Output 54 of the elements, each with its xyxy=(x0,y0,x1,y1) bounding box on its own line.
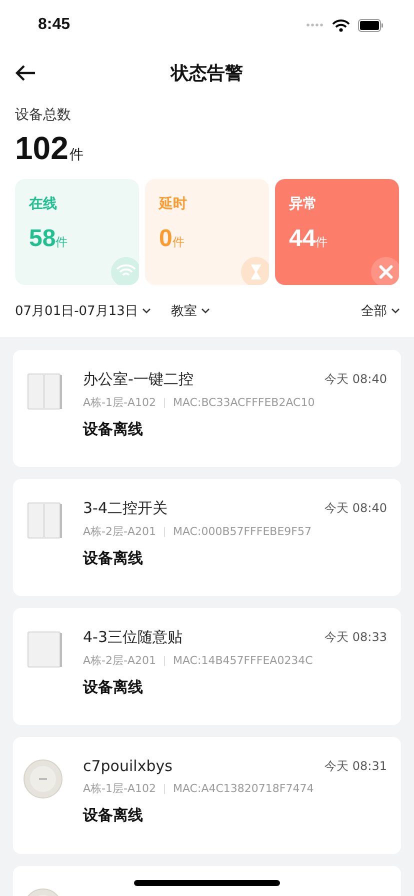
alert-message: 设备离线 xyxy=(83,549,144,568)
count-unit: 件 xyxy=(316,235,328,251)
chevron-down-icon xyxy=(391,308,400,314)
device-location: A栋-2层-A201 xyxy=(83,524,156,539)
hourglass-icon xyxy=(241,257,269,285)
device-name: c7pouilxbys xyxy=(83,757,172,775)
mac-address: MAC:A4C13820718F7474 xyxy=(172,782,314,795)
alert-time: 今天 08:31 xyxy=(324,758,387,774)
battery-icon xyxy=(358,18,384,32)
filter-dropdown[interactable]: 07月01日-07月13日 xyxy=(15,302,151,320)
chevron-down-icon xyxy=(142,308,151,314)
count-unit: 件 xyxy=(56,234,68,251)
total-label: 设备总数 xyxy=(15,106,72,124)
wall-switch-icon xyxy=(27,501,63,541)
status-label: 延时 xyxy=(159,195,188,213)
filter-dropdown[interactable]: 全部 xyxy=(361,302,400,320)
alert-message: 设备离线 xyxy=(83,678,144,697)
status-time: 8:45 xyxy=(38,16,70,34)
alert-message: 设备离线 xyxy=(83,806,144,825)
device-location: A栋-1层-A102 xyxy=(83,781,156,796)
status-count: 0 xyxy=(159,225,172,253)
alert-time: 今天 08:40 xyxy=(324,371,387,388)
device-name: 4-3三位随意贴 xyxy=(83,628,182,647)
page-title: 状态告警 xyxy=(171,62,243,85)
device-location: A栋-1层-A102 xyxy=(83,395,156,410)
wall-switch-icon xyxy=(27,372,63,412)
wifi-icon xyxy=(111,257,139,285)
status-label: 异常 xyxy=(289,195,318,213)
count-unit: 件 xyxy=(69,146,84,164)
alert-card[interactable]: 4-3三位随意贴 今天 08:33 A栋-2层-A201 MAC:14B457FFFEA0234C 设备离线 xyxy=(13,608,401,725)
filter-dropdown[interactable]: 教室 xyxy=(170,302,210,320)
wifi-icon xyxy=(332,18,350,32)
mac-address: MAC:14B457FFFEA0234C xyxy=(172,654,313,667)
alert-card[interactable]: c7pouilxbys 今天 08:31 A栋-1层-A102 MAC:A4C13820718F7474 设备离线 xyxy=(13,737,401,854)
alert-time: 今天 08:40 xyxy=(324,500,387,517)
count-unit: 件 xyxy=(172,234,184,251)
mac-address: MAC:BC33ACFFFEB2AC10 xyxy=(172,396,315,409)
status-count: 58 xyxy=(29,225,56,253)
alert-card[interactable]: 3-4二控开关 今天 08:40 A栋-2层-A201 MAC:000B57FFFEBE9F57 设备离线 xyxy=(13,479,401,596)
round-sensor-icon xyxy=(23,759,63,799)
status-count: 44 xyxy=(289,225,316,253)
wall-switch-icon xyxy=(27,630,63,670)
device-name: 办公室-一键二控 xyxy=(83,370,194,389)
signal-icon xyxy=(306,23,324,27)
alert-message: 设备离线 xyxy=(83,420,144,439)
device-name: 3-4二控开关 xyxy=(83,499,168,518)
total-count: 102 xyxy=(15,130,68,167)
chevron-down-icon xyxy=(200,308,210,314)
mac-address: MAC:000B57FFFEBE9F57 xyxy=(172,525,312,538)
status-label: 在线 xyxy=(29,195,58,213)
device-location: A栋-2层-A201 xyxy=(83,653,156,668)
alert-time: 今天 08:33 xyxy=(324,629,387,646)
close-icon xyxy=(371,257,399,285)
alert-card[interactable]: 办公室-一键二控 今天 08:40 A栋-1层-A102 MAC:BC33ACFFFEB2AC10 设备离线 xyxy=(13,350,401,467)
